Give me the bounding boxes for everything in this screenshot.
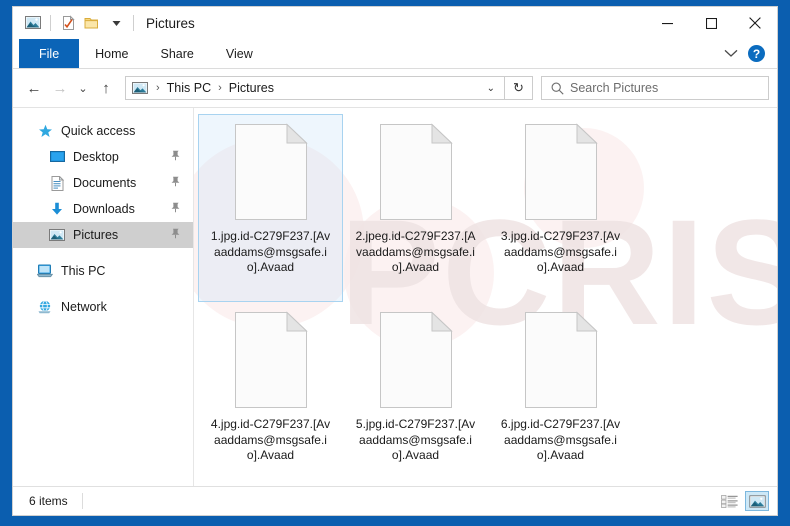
details-view-button[interactable] (717, 491, 741, 511)
navigation-pane: Quick access Desktop Documents Downloads… (13, 108, 193, 486)
sidebar-item-documents[interactable]: Documents (13, 170, 193, 196)
explorer-body: Quick access Desktop Documents Downloads… (13, 107, 777, 486)
generic-file-icon (378, 311, 454, 409)
file-item[interactable]: 1.jpg.id-C279F237.[Avaaddams@msgsafe.io]… (198, 114, 343, 302)
generic-file-icon (233, 123, 309, 221)
item-count: 6 items (29, 494, 68, 508)
address-bar[interactable]: › This PC › Pictures ⌄ (125, 76, 505, 100)
customize-qat-dropdown-icon[interactable] (104, 11, 128, 35)
file-item[interactable]: 2.jpeg.id-C279F237.[Avaaddams@msgsafe.io… (343, 114, 488, 302)
pin-icon[interactable] (170, 150, 181, 164)
maximize-button[interactable] (689, 7, 733, 39)
search-box[interactable]: Search Pictures (541, 76, 769, 100)
status-divider (81, 493, 83, 509)
minimize-button[interactable] (645, 7, 689, 39)
properties-icon[interactable] (56, 11, 80, 35)
new-folder-icon[interactable] (80, 11, 104, 35)
file-grid: 1.jpg.id-C279F237.[Avaaddams@msgsafe.io]… (194, 108, 777, 486)
sidebar-label-desktop: Desktop (73, 150, 119, 164)
file-name: 3.jpg.id-C279F237.[Avaaddams@msgsafe.io]… (500, 229, 621, 274)
sidebar-label-downloads: Downloads (73, 202, 135, 216)
file-name: 2.jpeg.id-C279F237.[Avaaddams@msgsafe.io… (355, 229, 476, 274)
documents-icon (47, 175, 67, 191)
generic-file-icon (233, 311, 309, 409)
network-icon (35, 300, 55, 314)
file-item[interactable]: 4.jpg.id-C279F237.[Avaaddams@msgsafe.io]… (198, 302, 343, 486)
back-button[interactable]: ← (21, 75, 47, 101)
window-title: Pictures (146, 15, 195, 31)
star-icon (35, 124, 55, 139)
tab-view[interactable]: View (210, 39, 269, 68)
file-list-pane[interactable]: PCRISK risk.com 1.jpg.id-C279F237.[Avaad… (193, 108, 777, 486)
sidebar-label-pictures: Pictures (73, 228, 119, 242)
sidebar-label-network: Network (61, 300, 107, 314)
quick-access-toolbar (13, 11, 139, 35)
generic-file-icon (378, 123, 454, 221)
qat-divider-2 (133, 15, 134, 31)
breadcrumb-separator-0: › (156, 82, 160, 94)
this-pc-icon (35, 264, 55, 278)
address-bar-row: ← → ⌄ ↑ › This PC › Pictures ⌄ ↻ Search … (13, 69, 777, 107)
recent-locations-icon[interactable]: ⌄ (73, 75, 93, 101)
tab-share[interactable]: Share (145, 39, 210, 68)
up-button[interactable]: ↑ (93, 75, 119, 101)
breadcrumb-dropdown-icon[interactable]: ⌄ (478, 83, 504, 94)
sidebar-label-quick-access: Quick access (61, 124, 136, 138)
file-item[interactable]: 3.jpg.id-C279F237.[Avaaddams@msgsafe.io]… (488, 114, 633, 302)
file-explorer-window: Pictures File Home Share View ? ← → ⌄ ↑ … (12, 6, 778, 516)
sidebar-item-network[interactable]: Network (13, 294, 193, 320)
chevron-down-icon[interactable] (724, 45, 738, 63)
sidebar-gap-2 (13, 284, 193, 294)
sidebar-item-downloads[interactable]: Downloads (13, 196, 193, 222)
file-item[interactable]: 5.jpg.id-C279F237.[Avaaddams@msgsafe.io]… (343, 302, 488, 486)
pictures-icon[interactable] (21, 11, 45, 35)
large-icons-view-button[interactable] (745, 491, 769, 511)
generic-file-icon (523, 123, 599, 221)
pin-icon[interactable] (170, 176, 181, 190)
sidebar-label-this-pc: This PC (61, 264, 106, 278)
file-name: 1.jpg.id-C279F237.[Avaaddams@msgsafe.io]… (210, 229, 331, 274)
generic-file-icon (523, 311, 599, 409)
breadcrumb-pictures-icon (129, 81, 151, 95)
downloads-icon (47, 202, 67, 217)
sidebar-item-quick-access[interactable]: Quick access (13, 118, 193, 144)
tab-home[interactable]: Home (79, 39, 144, 68)
window-controls (645, 7, 777, 39)
file-item[interactable]: 6.jpg.id-C279F237.[Avaaddams@msgsafe.io]… (488, 302, 633, 486)
pictures-icon (47, 228, 67, 242)
view-buttons (717, 491, 769, 511)
tab-file[interactable]: File (19, 39, 80, 68)
sidebar-item-pictures[interactable]: Pictures (13, 222, 193, 248)
title-bar: Pictures (13, 7, 777, 39)
desktop-background: Pictures File Home Share View ? ← → ⌄ ↑ … (0, 0, 790, 526)
pin-icon[interactable] (170, 228, 181, 242)
help-icon[interactable]: ? (748, 45, 765, 62)
qat-divider-1 (50, 15, 51, 31)
ribbon-tabs: File Home Share View ? (13, 39, 777, 69)
desktop-icon (47, 150, 67, 164)
search-input[interactable]: Search Pictures (570, 81, 658, 95)
status-bar: 6 items (13, 486, 777, 515)
file-name: 4.jpg.id-C279F237.[Avaaddams@msgsafe.io]… (210, 417, 331, 462)
forward-button[interactable]: → (47, 75, 73, 101)
sidebar-label-documents: Documents (73, 176, 137, 190)
file-name: 6.jpg.id-C279F237.[Avaaddams@msgsafe.io]… (500, 417, 621, 462)
ribbon-right-controls: ? (724, 39, 771, 68)
sidebar-item-this-pc[interactable]: This PC (13, 258, 193, 284)
breadcrumb-separator-1: › (218, 82, 222, 94)
close-button[interactable] (733, 7, 777, 39)
search-icon (551, 82, 564, 95)
file-name: 5.jpg.id-C279F237.[Avaaddams@msgsafe.io]… (355, 417, 476, 462)
pin-icon[interactable] (170, 202, 181, 216)
sidebar-gap-1 (13, 248, 193, 258)
breadcrumb-this-pc[interactable]: This PC (165, 81, 213, 95)
refresh-button[interactable]: ↻ (505, 76, 533, 100)
breadcrumb-pictures[interactable]: Pictures (227, 81, 276, 95)
sidebar-item-desktop[interactable]: Desktop (13, 144, 193, 170)
